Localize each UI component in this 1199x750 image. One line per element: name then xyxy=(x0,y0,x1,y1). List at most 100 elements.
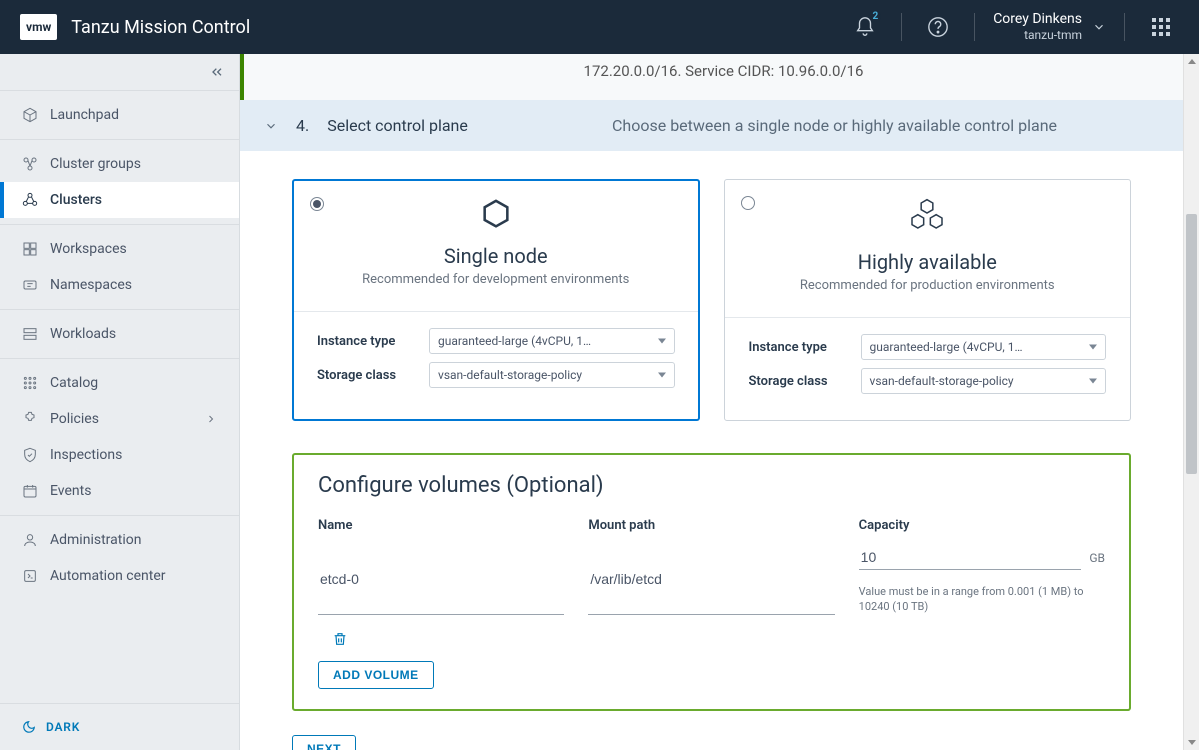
configure-volumes-section: Configure volumes (Optional) Name Mount … xyxy=(292,453,1131,711)
instance-type-select-single[interactable]: guaranteed-large (4vCPU, 1… xyxy=(429,328,675,354)
volume-capacity-input[interactable] xyxy=(859,545,1082,570)
notification-count: 2 xyxy=(869,11,881,22)
instance-type-label: Instance type xyxy=(749,340,849,355)
apps-button[interactable] xyxy=(1143,9,1179,45)
user-name: Corey Dinkens xyxy=(993,10,1082,28)
trash-icon xyxy=(332,631,348,647)
sidebar-item-label: Namespaces xyxy=(50,277,132,293)
sidebar-item-label: Clusters xyxy=(50,192,102,208)
vertical-scrollbar[interactable] xyxy=(1183,54,1199,750)
next-button[interactable]: NEXT xyxy=(292,735,356,750)
sidebar-item-label: Catalog xyxy=(50,375,98,391)
capacity-help-text: Value must be in a range from 0.001 (1 M… xyxy=(859,584,1105,615)
volume-name-label: Name xyxy=(318,518,564,533)
storage-class-select-ha[interactable]: vsan-default-storage-policy xyxy=(861,368,1107,394)
scrollbar-thumb[interactable] xyxy=(1186,214,1197,474)
app-title: Tanzu Mission Control xyxy=(71,17,847,38)
shield-check-icon xyxy=(22,447,38,463)
top-bar: vmw Tanzu Mission Control 2 Corey Dinken… xyxy=(0,0,1199,54)
control-plane-card-ha[interactable]: Highly available Recommended for product… xyxy=(724,179,1132,421)
apps-grid-icon xyxy=(1152,18,1170,36)
card-subtitle: Recommended for development environments xyxy=(317,272,675,287)
step-header[interactable]: 4. Select control plane Choose between a… xyxy=(240,100,1183,151)
step-description: Choose between a single node or highly a… xyxy=(612,116,1159,135)
sidebar-item-clusters[interactable]: Clusters xyxy=(0,182,239,218)
automation-icon xyxy=(22,568,38,584)
radio-single-node[interactable] xyxy=(310,197,324,211)
sidebar: Launchpad Cluster groups Clusters Worksp… xyxy=(0,54,240,750)
sidebar-item-administration[interactable]: Administration xyxy=(0,522,239,558)
dark-mode-toggle[interactable]: DARK xyxy=(0,703,239,750)
chevron-double-left-icon xyxy=(209,64,225,80)
scroll-down-button[interactable] xyxy=(1184,734,1199,750)
card-subtitle: Recommended for production environments xyxy=(749,278,1107,293)
step-title: Select control plane xyxy=(327,116,468,135)
help-button[interactable] xyxy=(920,9,956,45)
storage-class-label: Storage class xyxy=(317,368,417,383)
main-content: 172.20.0.0/16. Service CIDR: 10.96.0.0/1… xyxy=(240,54,1183,750)
chevron-down-icon xyxy=(1092,20,1106,34)
volume-capacity-label: Capacity xyxy=(859,518,1105,533)
calendar-icon xyxy=(22,483,38,499)
moon-icon xyxy=(22,720,36,734)
dark-label: DARK xyxy=(46,720,80,734)
namespaces-icon xyxy=(22,277,38,293)
sidebar-item-label: Administration xyxy=(50,532,141,548)
cluster-group-icon xyxy=(22,156,38,172)
control-plane-card-single[interactable]: Single node Recommended for development … xyxy=(292,179,700,421)
instance-type-label: Instance type xyxy=(317,334,417,349)
separator xyxy=(901,13,902,41)
sidebar-item-catalog[interactable]: Catalog xyxy=(0,365,239,401)
cube-icon xyxy=(22,107,38,123)
catalog-icon xyxy=(22,375,38,391)
workspaces-icon xyxy=(22,241,38,257)
sidebar-item-inspections[interactable]: Inspections xyxy=(0,437,239,473)
storage-class-label: Storage class xyxy=(749,374,849,389)
notifications-button[interactable]: 2 xyxy=(847,9,883,45)
capacity-unit: GB xyxy=(1089,551,1105,565)
sidebar-item-label: Inspections xyxy=(50,447,122,463)
clusters-icon xyxy=(22,192,38,208)
volume-mount-input[interactable] xyxy=(588,545,834,615)
volumes-title: Configure volumes (Optional) xyxy=(318,473,1105,498)
previous-step-summary: 172.20.0.0/16. Service CIDR: 10.96.0.0/1… xyxy=(240,54,1183,100)
user-menu[interactable]: Corey Dinkens tanzu-tmm xyxy=(993,10,1106,44)
sidebar-item-events[interactable]: Events xyxy=(0,473,239,509)
sidebar-item-cluster-groups[interactable]: Cluster groups xyxy=(0,146,239,182)
volume-mount-label: Mount path xyxy=(588,518,834,533)
sidebar-item-label: Events xyxy=(50,483,91,499)
chevron-down-icon[interactable] xyxy=(264,119,278,133)
separator xyxy=(974,13,975,41)
sidebar-item-label: Workspaces xyxy=(50,241,127,257)
sidebar-item-label: Cluster groups xyxy=(50,156,141,172)
sidebar-item-label: Automation center xyxy=(50,568,166,584)
sidebar-item-launchpad[interactable]: Launchpad xyxy=(0,97,239,133)
sidebar-item-automation[interactable]: Automation center xyxy=(0,558,239,594)
sidebar-collapse-button[interactable] xyxy=(0,54,239,90)
sidebar-item-label: Policies xyxy=(50,411,99,427)
sidebar-item-workloads[interactable]: Workloads xyxy=(0,316,239,352)
vmware-logo: vmw xyxy=(20,14,57,40)
scroll-up-button[interactable] xyxy=(1184,54,1199,70)
help-icon xyxy=(927,16,949,38)
sidebar-item-workspaces[interactable]: Workspaces xyxy=(0,231,239,267)
policies-icon xyxy=(22,411,38,427)
volume-name-input[interactable] xyxy=(318,545,564,615)
workloads-icon xyxy=(22,326,38,342)
add-volume-button[interactable]: ADD VOLUME xyxy=(318,661,434,689)
sidebar-item-namespaces[interactable]: Namespaces xyxy=(0,267,239,303)
radio-highly-available[interactable] xyxy=(741,196,755,210)
hexagon-icon xyxy=(479,198,513,232)
delete-volume-button[interactable] xyxy=(332,631,352,651)
card-title: Single node xyxy=(317,244,675,268)
instance-type-select-ha[interactable]: guaranteed-large (4vCPU, 1… xyxy=(861,334,1107,360)
user-tenant: tanzu-tmm xyxy=(993,28,1082,44)
user-admin-icon xyxy=(22,532,38,548)
sidebar-item-label: Launchpad xyxy=(50,107,119,123)
hexagon-cluster-icon xyxy=(907,198,947,238)
storage-class-select-single[interactable]: vsan-default-storage-policy xyxy=(429,362,675,388)
step-number: 4. xyxy=(296,116,309,135)
sidebar-item-policies[interactable]: Policies xyxy=(0,401,239,437)
chevron-right-icon xyxy=(205,413,217,425)
separator xyxy=(1124,13,1125,41)
